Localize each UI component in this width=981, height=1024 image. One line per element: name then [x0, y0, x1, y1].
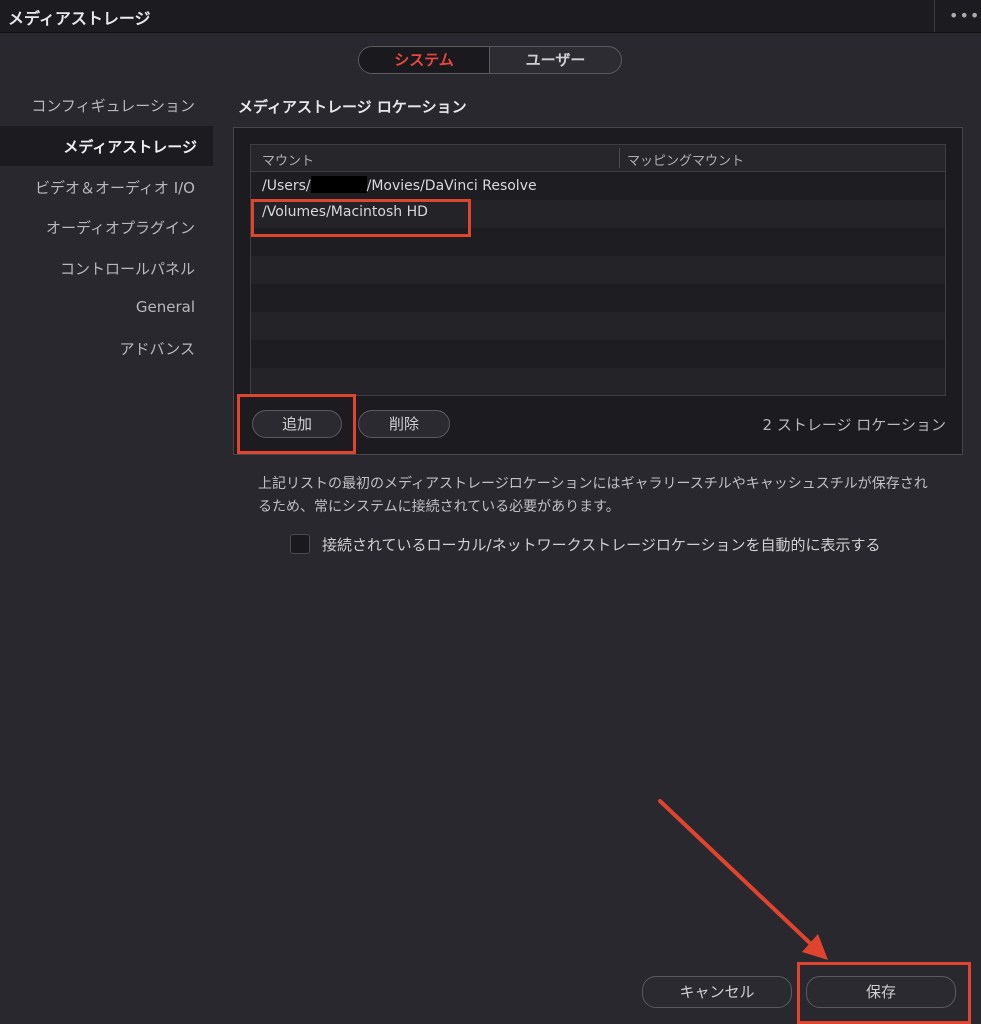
annotation-arrow-icon	[658, 799, 828, 960]
